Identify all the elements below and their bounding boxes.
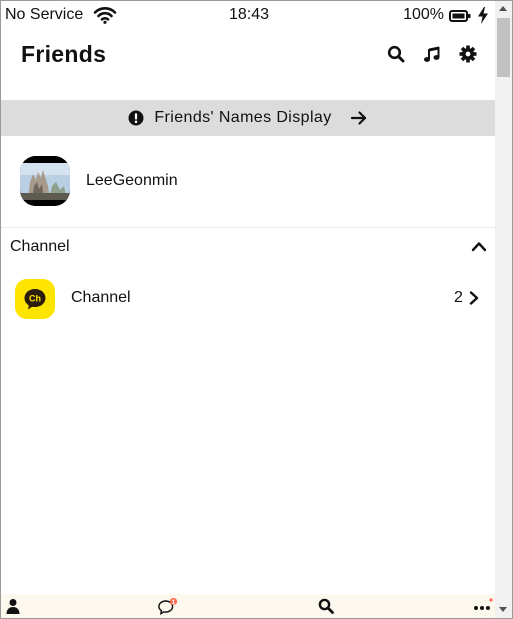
scroll-down-arrow-icon[interactable]	[499, 607, 507, 612]
scroll-thumb[interactable]	[497, 18, 510, 77]
names-display-banner[interactable]: Friends' Names Display	[1, 100, 495, 136]
nav-more[interactable]	[473, 597, 493, 615]
wifi-icon	[93, 6, 117, 24]
status-left: No Service	[5, 6, 117, 24]
my-profile-row[interactable]: LeeGeonmin	[1, 143, 495, 219]
person-icon	[6, 599, 20, 614]
channel-row[interactable]: Ch Channel 2	[1, 275, 495, 323]
battery-percent: 100%	[403, 6, 444, 23]
info-icon	[128, 110, 144, 126]
channel-section-header[interactable]: Channel	[1, 230, 495, 262]
status-right: 100%	[403, 6, 489, 24]
channel-logo-icon: Ch	[15, 279, 55, 319]
app-window: No Service 18:43 100% Friends Friends' N…	[0, 0, 513, 619]
carrier-text: No Service	[5, 6, 84, 23]
channel-logo-text: Ch	[29, 294, 41, 304]
battery-icon	[449, 9, 471, 22]
arrow-right-icon	[350, 110, 368, 126]
profile-name: LeeGeonmin	[86, 172, 178, 189]
avatar	[20, 156, 70, 206]
header: Friends	[1, 31, 495, 79]
status-bar: No Service 18:43 100%	[1, 1, 495, 31]
nav-search[interactable]	[316, 597, 336, 615]
channel-count: 2	[454, 289, 463, 306]
nav-chats[interactable]: 1	[158, 597, 178, 615]
charging-bolt-icon	[477, 6, 489, 24]
nav-friends[interactable]	[3, 597, 23, 615]
section-title: Channel	[10, 238, 70, 255]
settings-button[interactable]	[457, 43, 479, 65]
status-time: 18:43	[229, 6, 270, 23]
page-title: Friends	[21, 41, 107, 67]
banner-text: Friends' Names Display	[154, 109, 332, 126]
search-button[interactable]	[385, 43, 407, 65]
chevron-right-icon	[468, 291, 480, 305]
music-button[interactable]	[421, 43, 443, 65]
vertical-scrollbar[interactable]	[495, 1, 512, 618]
search-icon	[387, 45, 405, 63]
more-icon	[474, 598, 493, 610]
search-icon	[318, 598, 334, 614]
chats-badge: 1	[172, 599, 176, 606]
chat-bubble-icon: 1	[158, 597, 178, 615]
section-divider	[1, 227, 495, 228]
music-icon	[424, 46, 440, 62]
bottom-nav: 1	[1, 594, 495, 618]
chevron-up-icon	[471, 239, 487, 253]
gear-icon	[459, 45, 477, 63]
scroll-up-arrow-icon[interactable]	[499, 6, 507, 11]
friends-screen: No Service 18:43 100% Friends Friends' N…	[1, 1, 495, 618]
channel-label: Channel	[71, 289, 131, 306]
